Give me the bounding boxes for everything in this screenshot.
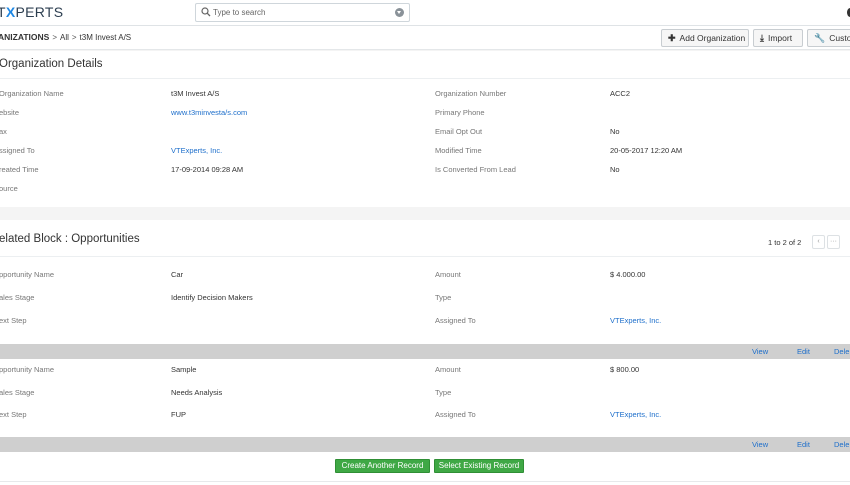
import-label: Import <box>767 33 793 43</box>
view-link[interactable]: View <box>752 440 768 449</box>
organization-details-panel: Organization Details Organization Name t… <box>0 51 850 207</box>
assigned-to-link[interactable]: VTExperts, Inc. <box>171 146 222 155</box>
logo-suffix: PERTS <box>15 4 64 20</box>
breadcrumb-bar: anizations > All > t3M Invest A/S ✚ Add Organ… <box>0 26 850 50</box>
delete-link[interactable]: Dele <box>834 440 849 449</box>
field-value: FUP <box>171 410 186 419</box>
field-value: Identify Decision Makers <box>171 293 253 302</box>
breadcrumb-record: t3M Invest A/S <box>79 33 132 42</box>
field-label: Email Opt Out <box>435 127 483 136</box>
field-value: t3M Invest A/S <box>171 89 220 98</box>
field-label: Organization Name <box>0 89 64 98</box>
customize-label: Custom <box>829 33 850 43</box>
field-label: ales Stage <box>0 293 35 302</box>
view-link[interactable]: View <box>752 347 768 356</box>
previous-page-button[interactable]: ‹ <box>812 235 825 249</box>
field-value: 20-05-2017 12:20 AM <box>610 146 683 155</box>
edit-link[interactable]: Edit <box>797 347 810 356</box>
search-input[interactable] <box>213 6 383 19</box>
field-label: ssigned To <box>0 146 35 155</box>
field-label: ext Step <box>0 316 27 325</box>
add-organization-label: Add Organization <box>679 33 746 43</box>
record-divider-bar <box>0 344 850 359</box>
field-value: ACC2 <box>610 89 631 98</box>
field-label: Assigned To <box>435 410 476 419</box>
field-label: pportunity Name <box>0 365 55 374</box>
field-label: Type <box>435 293 452 302</box>
field-label: reated Time <box>0 165 39 174</box>
breadcrumb-filter[interactable]: All <box>60 33 69 42</box>
assigned-to-link[interactable]: VTExperts, Inc. <box>610 316 661 325</box>
field-value: 17-09-2014 09:28 AM <box>171 165 244 174</box>
wrench-icon: 🔧 <box>814 33 826 43</box>
breadcrumb-module[interactable]: anizations <box>0 32 49 42</box>
field-value: Car <box>171 270 184 279</box>
field-label: Amount <box>435 270 461 279</box>
website-link[interactable]: www.t3minvesta/s.com <box>171 108 247 117</box>
more-pages-button[interactable]: ··· <box>827 235 840 249</box>
pagination-text: 1 to 2 of 2 <box>768 238 802 247</box>
search-dropdown-icon[interactable] <box>395 8 404 17</box>
field-label: Is Converted From Lead <box>435 165 516 174</box>
field-label: Organization Number <box>435 89 507 98</box>
logo-x: X <box>5 4 16 20</box>
chevron-right-icon: > <box>71 33 77 42</box>
related-opportunities-panel: elated Block : Opportunities 1 to 2 of 2… <box>0 220 850 485</box>
top-header: TXPERTS <box>0 0 850 26</box>
create-another-record-button[interactable]: Create Another Record <box>335 459 430 473</box>
field-value: Sample <box>171 365 197 374</box>
breadcrumb: anizations > All > t3M Invest A/S <box>0 32 131 42</box>
search-icon <box>201 7 211 17</box>
field-value: $ 4.000.00 <box>610 270 646 279</box>
field-label: ales Stage <box>0 388 35 397</box>
field-label: ax <box>0 127 7 136</box>
customize-button[interactable]: 🔧Custom <box>807 29 850 47</box>
global-search[interactable] <box>195 3 410 22</box>
add-organization-button[interactable]: ✚ Add Organization <box>661 29 749 47</box>
delete-link[interactable]: Dele <box>834 347 849 356</box>
field-label: Modified Time <box>435 146 482 155</box>
field-label: Amount <box>435 365 461 374</box>
field-value: Needs Analysis <box>171 388 223 397</box>
field-label: pportunity Name <box>0 270 55 279</box>
field-value: No <box>610 165 620 174</box>
chevron-right-icon: > <box>52 33 57 42</box>
download-icon: ⤓ <box>760 33 764 43</box>
record-divider-bar <box>0 437 850 452</box>
field-label: Assigned To <box>435 316 476 325</box>
field-value: $ 800.00 <box>610 365 640 374</box>
divider <box>0 78 850 79</box>
related-title: elated Block : Opportunities <box>0 233 140 245</box>
divider <box>0 256 850 257</box>
plus-icon: ✚ <box>668 33 676 43</box>
field-label: ext Step <box>0 410 27 419</box>
select-existing-record-button[interactable]: Select Existing Record <box>434 459 524 473</box>
field-label: Primary Phone <box>435 108 485 117</box>
field-value: No <box>610 127 620 136</box>
import-button[interactable]: ⤓ Import <box>753 29 803 47</box>
details-title: Organization Details <box>0 58 103 70</box>
brand-logo[interactable]: TXPERTS <box>0 4 63 20</box>
field-label: Type <box>435 388 452 397</box>
field-label: ource <box>0 184 18 193</box>
assigned-to-link[interactable]: VTExperts, Inc. <box>610 410 661 419</box>
divider <box>0 481 850 482</box>
field-label: ebsite <box>0 108 20 117</box>
edit-link[interactable]: Edit <box>797 440 810 449</box>
